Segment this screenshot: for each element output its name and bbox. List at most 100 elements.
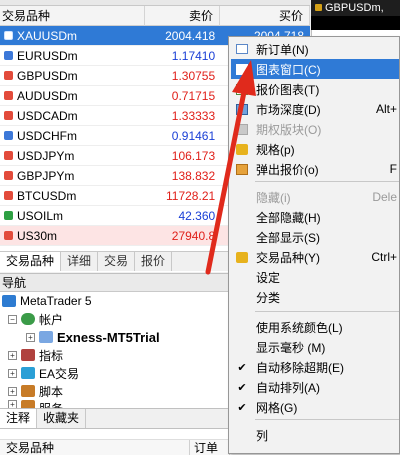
collapse-icon[interactable]: −	[8, 314, 17, 324]
tree-node-accounts[interactable]: − 帐户	[0, 310, 230, 328]
tree-node-scripts[interactable]: + 脚本	[0, 382, 230, 400]
menu-item[interactable]: 全部显示(S)	[231, 227, 399, 247]
menu-item-icon-slot	[234, 190, 250, 204]
symbol-bid: 11728.21	[166, 188, 216, 203]
symbol-direction-icon	[4, 51, 13, 60]
services-icon	[21, 400, 35, 408]
menu-item[interactable]: 弹出报价(o) F	[231, 159, 399, 179]
expand-icon[interactable]: +	[8, 400, 17, 408]
chart-title: GBPUSDm,	[325, 2, 384, 14]
symbol-name: USDCADm	[17, 108, 78, 123]
column-bid[interactable]: 卖价	[145, 6, 220, 26]
menu-item-label: 市场深度(D)	[256, 102, 321, 117]
menu-item[interactable]: ✔ 自动排列(A)	[231, 377, 399, 397]
symbol-bid: 42.360	[178, 208, 216, 223]
checkmark-icon: ✔	[237, 381, 247, 394]
tree-node-root[interactable]: MetaTrader 5	[0, 292, 230, 310]
column-symbol[interactable]: 交易品种	[0, 6, 145, 26]
menu-item[interactable]: 市场深度(D) Alt+	[231, 99, 399, 119]
menu-item[interactable]: 规格(p)	[231, 139, 399, 159]
menu-item-label: 规格(p)	[256, 142, 295, 157]
symbol-direction-icon	[4, 151, 13, 160]
accounts-icon	[21, 313, 35, 325]
menu-item[interactable]: 显示毫秒 (M)	[231, 337, 399, 357]
menu-item-label: 全部显示(S)	[256, 230, 320, 245]
menu-item[interactable]: 新订单(N)	[231, 39, 399, 59]
menu-item-label: 隐藏(i)	[256, 190, 291, 205]
expand-icon[interactable]: +	[8, 386, 17, 396]
menu-item[interactable]: 交易品种(Y) Ctrl+	[231, 247, 399, 267]
symbol-name: BTCUSDm	[17, 188, 77, 203]
menu-item-label: 网格(G)	[256, 400, 298, 415]
chart-window[interactable]: GBPUSDm,	[311, 0, 400, 30]
chart-titlebar: GBPUSDm,	[311, 0, 400, 16]
navigator-tree: MetaTrader 5 − 帐户 + Exness-MT5Trial + 指标…	[0, 292, 230, 408]
symbol-name: AUDUSDm	[17, 88, 78, 103]
menu-item[interactable]: ✔ 自动移除超期(E)	[231, 357, 399, 377]
chart-window-icon	[234, 62, 250, 76]
column-ticket[interactable]: 订单号	[190, 440, 230, 455]
expand-icon[interactable]: +	[8, 368, 17, 378]
column-ask[interactable]: 买价	[220, 6, 310, 26]
option-board-icon	[234, 122, 250, 136]
menu-item-icon-slot	[234, 210, 250, 224]
symbol-name: GBPUSDm	[17, 68, 78, 83]
menu-item-icon-slot	[234, 230, 250, 244]
menu-item[interactable]: 列	[231, 425, 399, 445]
checkmark-icon: ✔	[237, 361, 247, 374]
column-symbol[interactable]: 交易品种	[0, 440, 190, 455]
expand-icon[interactable]: +	[26, 332, 35, 342]
market-depth-icon	[234, 102, 250, 116]
menu-item-icon-slot	[234, 270, 250, 284]
market-watch-tab-2[interactable]: 交易	[98, 252, 136, 271]
tree-label-scripts: 脚本	[39, 384, 64, 399]
symbol-direction-icon	[4, 111, 13, 120]
expand-icon[interactable]: +	[8, 350, 17, 360]
expert-advisor-icon	[21, 367, 35, 379]
symbol-direction-icon	[4, 231, 13, 240]
symbol-bid: 0.71715	[171, 88, 216, 103]
menu-item-label: 弹出报价(o)	[256, 162, 319, 177]
menu-item[interactable]: 报价图表(T)	[231, 79, 399, 99]
menu-item-icon-slot	[234, 428, 250, 442]
menu-item-label: 自动移除超期(E)	[256, 360, 344, 375]
navigator-tab-0[interactable]: 注释	[0, 409, 38, 428]
menu-item[interactable]: 图表窗口(C)	[231, 59, 399, 79]
menu-item-icon-slot	[234, 340, 250, 354]
symbol-name: USOILm	[17, 208, 64, 223]
symbol-bid: 1.30755	[171, 68, 216, 83]
tree-label-root: MetaTrader 5	[20, 294, 92, 308]
symbols-icon	[234, 250, 250, 264]
menu-item[interactable]: ✔ 网格(G)	[231, 397, 399, 417]
tree-node-indicators[interactable]: + 指标	[0, 346, 230, 364]
tree-label-account: Exness-MT5Trial	[57, 329, 160, 345]
specification-icon	[234, 142, 250, 156]
tree-label-indicators: 指标	[39, 348, 64, 363]
tree-node-ea[interactable]: + EA交易	[0, 364, 230, 382]
symbol-direction-icon	[4, 131, 13, 140]
symbol-name: USDCHFm	[17, 128, 77, 143]
market-watch-tab-3[interactable]: 报价	[135, 252, 173, 271]
market-watch-tab-1[interactable]: 详细	[61, 252, 99, 271]
menu-item[interactable]: 设定	[231, 267, 399, 287]
tree-node-services[interactable]: + 服务	[0, 400, 230, 408]
menu-item-label: 显示毫秒 (M)	[256, 340, 326, 355]
symbol-name: GBPJPYm	[17, 168, 75, 183]
market-watch-tab-0[interactable]: 交易品种	[0, 252, 62, 271]
menu-item-icon-slot	[234, 320, 250, 334]
indicators-icon	[21, 349, 35, 361]
menu-item[interactable]: 分类	[231, 287, 399, 307]
symbol-bid: 1.33333	[171, 108, 216, 123]
tree-node-account[interactable]: + Exness-MT5Trial	[0, 328, 230, 346]
menu-item-shortcut: Ctrl+	[371, 250, 397, 264]
navigator-title: 导航	[0, 274, 230, 292]
symbol-name: XAUUSDm	[17, 28, 78, 43]
menu-item[interactable]: 使用系统颜色(L)	[231, 317, 399, 337]
menu-item[interactable]: 全部隐藏(H)	[231, 207, 399, 227]
menu-item-label: 全部隐藏(H)	[256, 210, 321, 225]
symbol-direction-icon	[4, 191, 13, 200]
account-icon	[39, 331, 53, 343]
navigator-tab-1[interactable]: 收藏夹	[37, 409, 87, 428]
menu-item-label: 图表窗口(C)	[256, 62, 321, 77]
symbol-direction-icon	[4, 31, 13, 40]
